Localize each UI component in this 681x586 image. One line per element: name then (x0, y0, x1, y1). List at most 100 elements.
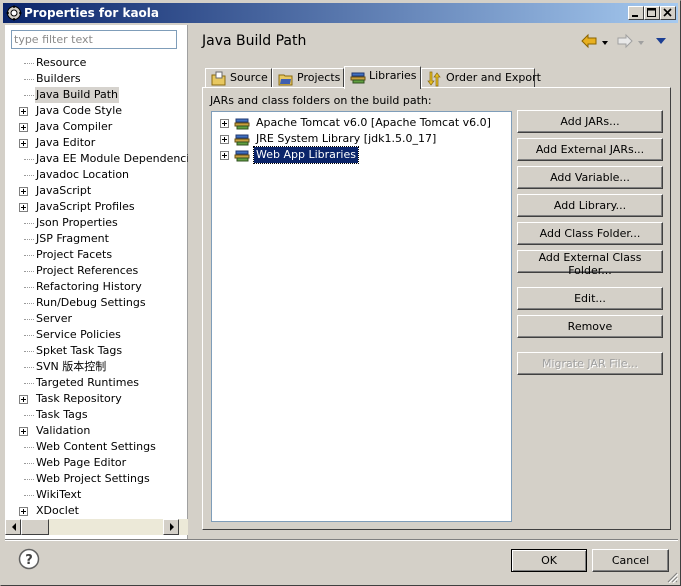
tree-item-label: Java Code Style (36, 104, 123, 117)
cancel-button[interactable]: Cancel (592, 549, 669, 572)
tree-item[interactable]: Validation (5, 423, 188, 439)
tab-projects[interactable]: Projects (272, 68, 344, 88)
tree-item[interactable]: Task Repository (5, 391, 188, 407)
forward-dropdown[interactable] (637, 37, 645, 50)
tree-connector (24, 335, 34, 336)
migrate-jar-button[interactable]: Migrate JAR File... (517, 352, 663, 375)
tree-item[interactable]: Targeted Runtimes (5, 375, 188, 391)
expand-toggle[interactable] (220, 135, 229, 144)
add-variable-button[interactable]: Add Variable... (517, 166, 663, 189)
tree-item[interactable]: SVN 版本控制 (5, 359, 188, 375)
tree-connector (24, 287, 34, 288)
add-jars-button[interactable]: Add JARs... (517, 110, 663, 133)
tab-source[interactable]: Source (205, 68, 272, 88)
title-bar[interactable]: Properties for kaola (3, 3, 678, 23)
back-arrow-icon (581, 33, 597, 49)
tree-item[interactable]: XDoclet (5, 503, 188, 519)
tree-connector (24, 95, 34, 96)
expand-toggle[interactable] (19, 395, 28, 404)
close-icon (663, 8, 672, 17)
tree-item[interactable]: Java Editor (5, 135, 188, 151)
tree-item[interactable]: Java EE Module Dependencies (5, 151, 188, 167)
expand-toggle[interactable] (19, 507, 28, 516)
tree-item[interactable]: Javadoc Location (5, 167, 188, 183)
tree-horizontal-scrollbar[interactable] (5, 519, 188, 535)
tree-item[interactable]: Run/Debug Settings (5, 295, 188, 311)
forward-button[interactable] (617, 33, 633, 52)
library-books-icon (234, 118, 250, 130)
window-title: Properties for kaola (24, 6, 160, 20)
tab-label: Libraries (369, 69, 417, 82)
scroll-left-button[interactable] (5, 519, 21, 535)
tree-item[interactable]: Web Page Editor (5, 455, 188, 471)
expand-toggle[interactable] (19, 139, 28, 148)
remove-button[interactable]: Remove (517, 315, 663, 338)
minimize-icon (632, 15, 638, 17)
tree-item[interactable]: JavaScript (5, 183, 188, 199)
tree-connector (24, 271, 34, 272)
tab-order-and-export[interactable]: Order and Export (421, 68, 541, 88)
tree-item-label: Web Page Editor (36, 456, 127, 469)
tree-item[interactable]: WikiText (5, 487, 188, 503)
help-icon[interactable]: ? (18, 548, 40, 570)
tree-connector (24, 351, 34, 352)
add-library-button[interactable]: Add Library... (517, 194, 663, 217)
tree-connector (24, 447, 34, 448)
tree-item[interactable]: Refactoring History (5, 279, 188, 295)
library-books-icon (234, 150, 250, 162)
tree-item[interactable]: Task Tags (5, 407, 188, 423)
tree-item[interactable]: JavaScript Profiles (5, 199, 188, 215)
tree-item[interactable]: Project References (5, 263, 188, 279)
tree-item[interactable]: Web Content Settings (5, 439, 188, 455)
tree-item-label: JavaScript Profiles (36, 200, 135, 213)
tree-item[interactable]: Web Project Settings (5, 471, 188, 487)
tree-item[interactable]: JSP Fragment (5, 231, 188, 247)
tree-connector (24, 495, 34, 496)
filter-input[interactable] (11, 30, 177, 49)
tree-item-label: Web Content Settings (36, 440, 156, 453)
back-dropdown[interactable] (601, 37, 609, 50)
add-external-class-folder-button[interactable]: Add External Class Folder... (517, 250, 663, 277)
expand-toggle[interactable] (19, 187, 28, 196)
property-nav-pane: Resource Builders Java Build PathJava Code… (5, 25, 188, 539)
tree-item-label: Java EE Module Dependencies (36, 152, 188, 165)
tree-item-label: XDoclet (36, 504, 79, 517)
maximize-button[interactable] (644, 6, 660, 20)
tree-item-label: JavaScript (36, 184, 92, 197)
build-path-library-list: Apache Tomcat v6.0 [Apache Tomcat v6.0] … (211, 111, 512, 522)
tab-libraries[interactable]: Libraries (344, 66, 421, 89)
tree-item[interactable]: Spket Task Tags (5, 343, 188, 359)
tree-connector (24, 223, 34, 224)
library-label: Web App Libraries (253, 146, 359, 164)
tree-item[interactable]: Json Properties (5, 215, 188, 231)
expand-toggle[interactable] (19, 203, 28, 212)
edit-button[interactable]: Edit... (517, 287, 663, 310)
back-button[interactable] (581, 33, 597, 52)
expand-toggle[interactable] (19, 427, 28, 436)
scroll-thumb[interactable] (21, 519, 49, 535)
expand-toggle[interactable] (19, 107, 28, 116)
tree-item[interactable]: Server (5, 311, 188, 327)
minimize-button[interactable] (628, 6, 644, 20)
tree-item[interactable]: Builders (5, 71, 188, 87)
scroll-right-button[interactable] (163, 519, 179, 535)
expand-toggle[interactable] (220, 151, 229, 160)
add-external-jars-button[interactable]: Add External JARs... (517, 138, 663, 161)
forward-arrow-icon (617, 33, 633, 49)
expand-toggle[interactable] (220, 119, 229, 128)
tree-item[interactable]: Java Code Style (5, 103, 188, 119)
tree-item[interactable]: Project Facets (5, 247, 188, 263)
add-class-folder-button[interactable]: Add Class Folder... (517, 222, 663, 245)
tree-item-label: Targeted Runtimes (36, 376, 139, 389)
resize-grip-icon[interactable] (666, 571, 678, 583)
close-button[interactable] (660, 6, 676, 20)
expand-toggle[interactable] (19, 123, 28, 132)
tree-item[interactable]: Service Policies (5, 327, 188, 343)
ok-button[interactable]: OK (511, 549, 587, 572)
tree-item[interactable]: Java Compiler (5, 119, 188, 135)
view-menu-button[interactable] (655, 36, 667, 49)
tree-item[interactable]: Java Build Path (5, 87, 188, 103)
tree-item[interactable]: Resource (5, 55, 188, 71)
tree-connector (24, 255, 34, 256)
tree-connector (24, 415, 34, 416)
